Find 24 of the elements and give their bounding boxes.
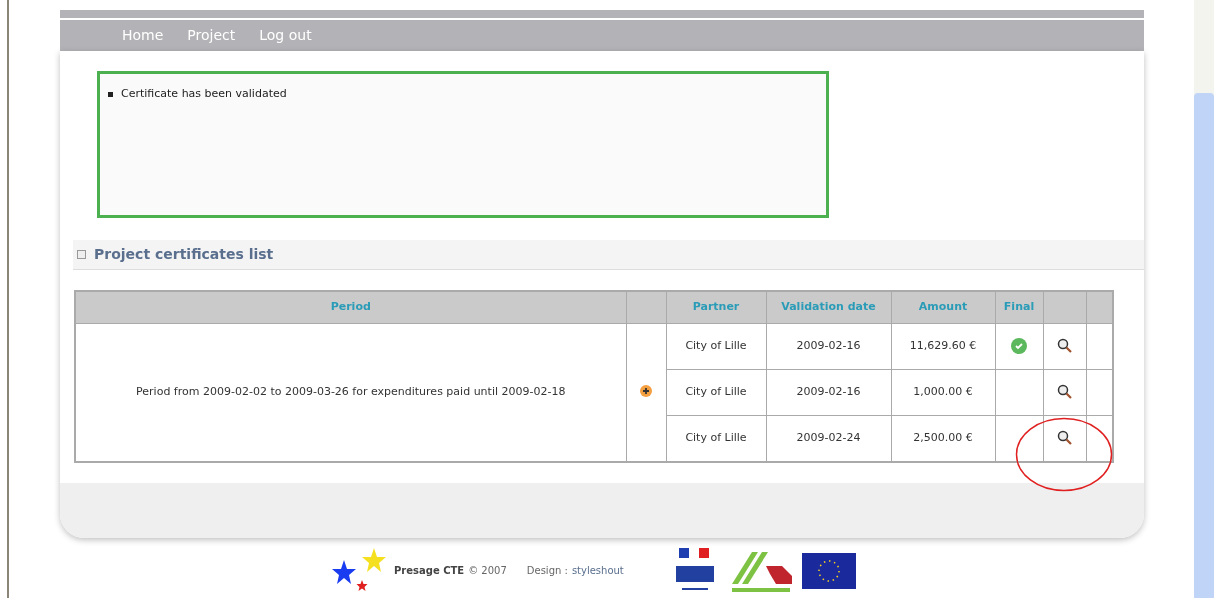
table-cell: City of Lille (685, 339, 747, 353)
column-header: Period (330, 300, 371, 314)
table-cell: 1,000.00 € (913, 385, 973, 399)
section-title: Project certificates list (94, 244, 274, 264)
table-cell: 11,629.60 € (909, 339, 977, 353)
copyright-text: © 2007 (468, 564, 507, 579)
table-cell: 2009-02-24 (796, 431, 861, 445)
nav-link[interactable]: Home (122, 24, 164, 46)
brand-text: Presage CTE (394, 564, 465, 579)
table-cell: Period from 2009-02-02 to 2009-03-26 for expenditures paid until 2009-02-18 (136, 385, 566, 399)
column-header: Final (1003, 300, 1035, 314)
message-text: Certificate has been validated (121, 85, 287, 102)
table-cell: 2009-02-16 (796, 339, 861, 353)
column-header: Partner (692, 300, 740, 314)
table-cell: City of Lille (685, 431, 747, 445)
design-label: Design : (526, 564, 568, 579)
column-header: Amount (918, 300, 968, 314)
column-header: Validation date (781, 300, 876, 314)
table-cell: City of Lille (685, 385, 747, 399)
table-cell: 2009-02-16 (796, 385, 861, 399)
nav-link[interactable]: Log out (259, 24, 312, 46)
table-cell: 2,500.00 € (913, 431, 973, 445)
nav-link[interactable]: Project (187, 24, 236, 46)
design-link[interactable]: styleshout (571, 563, 624, 579)
